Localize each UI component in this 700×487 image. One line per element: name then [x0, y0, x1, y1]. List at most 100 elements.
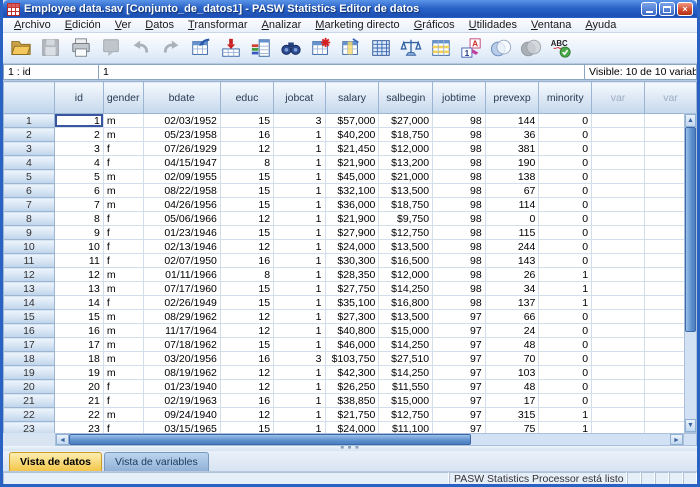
cell-jobcat-r22[interactable]: 1 [274, 408, 325, 422]
row-header-4[interactable]: 4 [4, 156, 55, 170]
cell-jobcat-r3[interactable]: 1 [274, 142, 325, 156]
cell-salbegin-r23[interactable]: $11,100 [379, 422, 433, 434]
cell-jobtime-r3[interactable]: 98 [433, 142, 486, 156]
cell-prevexp-r23[interactable]: 75 [485, 422, 539, 434]
cell-id-r21[interactable]: 21 [54, 394, 103, 408]
cell-salbegin-r12[interactable]: $12,000 [379, 268, 433, 282]
cell-educ-r3[interactable]: 12 [220, 142, 273, 156]
cell-gender-r22[interactable]: m [103, 408, 143, 422]
cell-bdate-r2[interactable]: 05/23/1958 [143, 128, 220, 142]
cell-bdate-r12[interactable]: 01/11/1966 [143, 268, 220, 282]
cell-bdate-r7[interactable]: 04/26/1956 [143, 198, 220, 212]
row-header-11[interactable]: 11 [4, 254, 55, 268]
menu-ver[interactable]: Ver [108, 18, 139, 33]
row-header-17[interactable]: 17 [4, 338, 55, 352]
cell-bdate-r15[interactable]: 08/29/1962 [143, 310, 220, 324]
cell-jobtime-r15[interactable]: 97 [433, 310, 486, 324]
cell-salary-r12[interactable]: $28,350 [325, 268, 379, 282]
cell-minority-r20[interactable]: 0 [539, 380, 592, 394]
cell-minority-r1[interactable]: 0 [539, 114, 592, 128]
row-header-22[interactable]: 22 [4, 408, 55, 422]
cell-salbegin-r4[interactable]: $13,200 [379, 156, 433, 170]
cell-prevexp-r12[interactable]: 26 [485, 268, 539, 282]
cell-id-r10[interactable]: 10 [54, 240, 103, 254]
cell-salbegin-r15[interactable]: $13,500 [379, 310, 433, 324]
cell-gender-r12[interactable]: m [103, 268, 143, 282]
cell-educ-r17[interactable]: 15 [220, 338, 273, 352]
cell-id-r7[interactable]: 7 [54, 198, 103, 212]
cell-salbegin-r19[interactable]: $14,250 [379, 366, 433, 380]
cell-salary-r19[interactable]: $42,300 [325, 366, 379, 380]
cell-minority-r6[interactable]: 0 [539, 184, 592, 198]
cell-jobtime-r8[interactable]: 98 [433, 212, 486, 226]
cell-salbegin-r11[interactable]: $16,500 [379, 254, 433, 268]
cell-educ-r2[interactable]: 16 [220, 128, 273, 142]
column-header-var-12[interactable]: var [644, 82, 696, 114]
cell-prevexp-r15[interactable]: 66 [485, 310, 539, 324]
print-icon[interactable] [66, 35, 96, 62]
vertical-scrollbar[interactable]: ▲ ▼ [684, 113, 697, 433]
cell-id-r1[interactable]: 1 [54, 114, 103, 128]
cell-id-r15[interactable]: 15 [54, 310, 103, 324]
cell-var-r15[interactable] [592, 310, 645, 324]
vertical-scroll-thumb[interactable] [685, 127, 696, 332]
cell-id-r11[interactable]: 11 [54, 254, 103, 268]
close-button[interactable]: × [677, 2, 693, 16]
cell-var-r5[interactable] [592, 170, 645, 184]
row-header-2[interactable]: 2 [4, 128, 55, 142]
cell-id-r22[interactable]: 22 [54, 408, 103, 422]
cell-var-r3[interactable] [592, 142, 645, 156]
cell-id-r18[interactable]: 18 [54, 352, 103, 366]
cell-gender-r19[interactable]: m [103, 366, 143, 380]
cell-jobtime-r23[interactable]: 97 [433, 422, 486, 434]
cell-gender-r4[interactable]: f [103, 156, 143, 170]
cell-gender-r8[interactable]: f [103, 212, 143, 226]
use-variable-sets-icon[interactable] [486, 35, 516, 62]
show-all-variables-icon[interactable] [516, 35, 546, 62]
cell-prevexp-r3[interactable]: 381 [485, 142, 539, 156]
insert-cases-icon[interactable] [306, 35, 336, 62]
scroll-left-arrow-icon[interactable]: ◄ [56, 434, 69, 445]
cell-educ-r6[interactable]: 15 [220, 184, 273, 198]
cell-minority-r13[interactable]: 1 [539, 282, 592, 296]
cell-jobtime-r21[interactable]: 97 [433, 394, 486, 408]
cell-gender-r7[interactable]: m [103, 198, 143, 212]
cell-salary-r6[interactable]: $32,100 [325, 184, 379, 198]
cell-var-r1[interactable] [592, 114, 645, 128]
cell-educ-r5[interactable]: 15 [220, 170, 273, 184]
menu-edici-n[interactable]: Edición [58, 18, 108, 33]
cell-id-r4[interactable]: 4 [54, 156, 103, 170]
cell-minority-r22[interactable]: 1 [539, 408, 592, 422]
horizontal-scroll-track[interactable] [471, 434, 670, 445]
column-header-prevexp[interactable]: prevexp [485, 82, 539, 114]
cell-gender-r6[interactable]: m [103, 184, 143, 198]
cell-minority-r16[interactable]: 0 [539, 324, 592, 338]
row-header-5[interactable]: 5 [4, 170, 55, 184]
scroll-down-arrow-icon[interactable]: ▼ [685, 419, 696, 432]
cell-minority-r9[interactable]: 0 [539, 226, 592, 240]
cell-salbegin-r5[interactable]: $21,000 [379, 170, 433, 184]
cell-jobtime-r22[interactable]: 97 [433, 408, 486, 422]
cell-bdate-r10[interactable]: 02/13/1946 [143, 240, 220, 254]
menu-analizar[interactable]: Analizar [255, 18, 309, 33]
find-icon[interactable] [276, 35, 306, 62]
cell-id-r9[interactable]: 9 [54, 226, 103, 240]
cell-id-r2[interactable]: 2 [54, 128, 103, 142]
cell-salbegin-r14[interactable]: $16,800 [379, 296, 433, 310]
cell-prevexp-r1[interactable]: 144 [485, 114, 539, 128]
cell-prevexp-r17[interactable]: 48 [485, 338, 539, 352]
tab-vista-de-datos[interactable]: Vista de datos [9, 452, 102, 471]
goto-variable-icon[interactable] [216, 35, 246, 62]
cell-minority-r10[interactable]: 0 [539, 240, 592, 254]
cell-jobcat-r16[interactable]: 1 [274, 324, 325, 338]
cell-jobcat-r14[interactable]: 1 [274, 296, 325, 310]
cell-gender-r10[interactable]: f [103, 240, 143, 254]
horizontal-scrollbar[interactable]: ◄ ► [55, 433, 697, 446]
column-header-var-11[interactable]: var [592, 82, 645, 114]
cell-salbegin-r16[interactable]: $15,000 [379, 324, 433, 338]
cell-minority-r19[interactable]: 0 [539, 366, 592, 380]
row-header-20[interactable]: 20 [4, 380, 55, 394]
cell-prevexp-r14[interactable]: 137 [485, 296, 539, 310]
cell-bdate-r8[interactable]: 05/06/1966 [143, 212, 220, 226]
cell-jobtime-r20[interactable]: 97 [433, 380, 486, 394]
